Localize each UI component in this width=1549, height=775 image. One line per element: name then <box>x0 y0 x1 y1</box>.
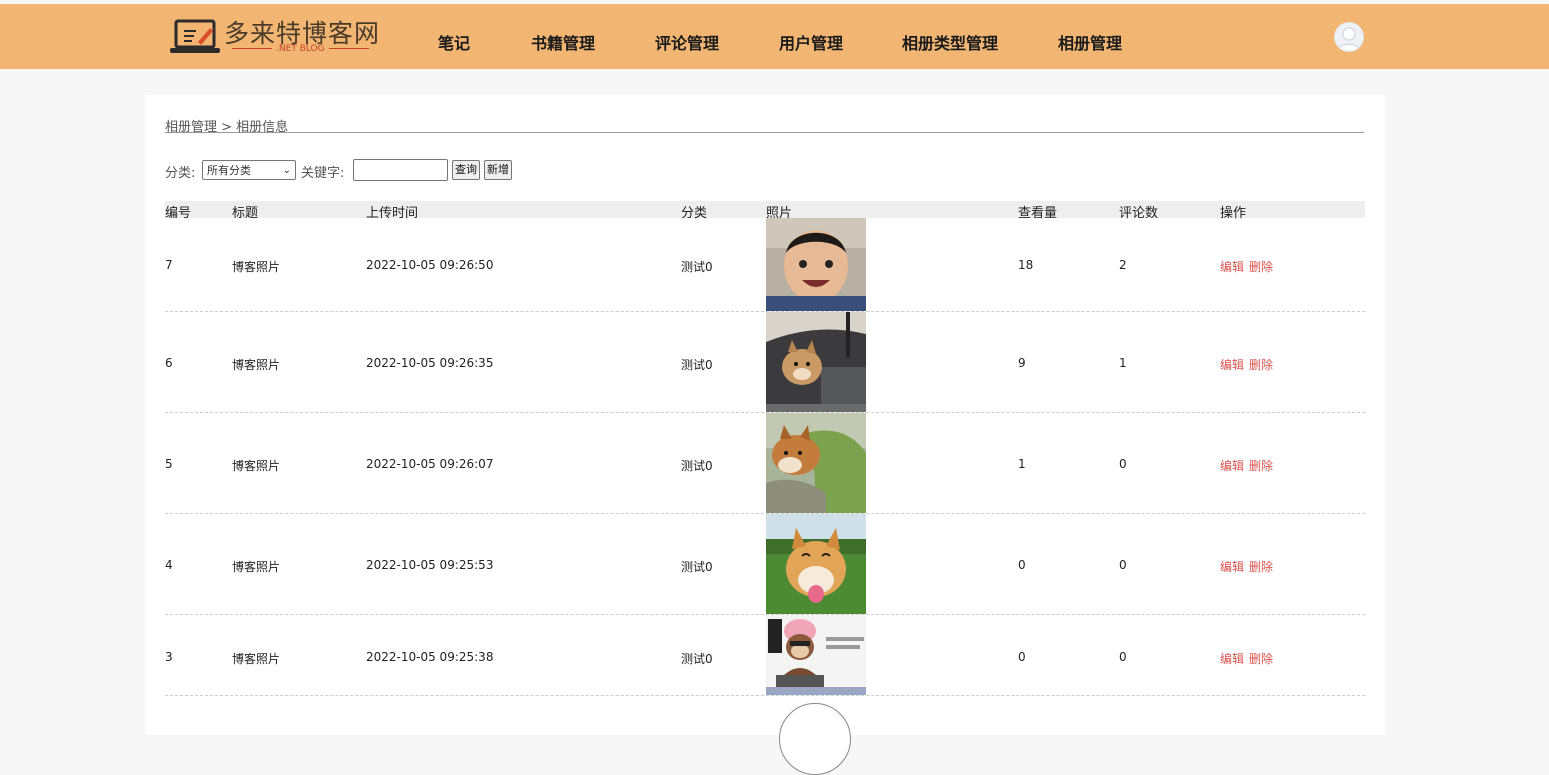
row-views: 0 <box>1018 558 1026 572</box>
dog-grass-photo <box>766 514 866 614</box>
keyword-input[interactable] <box>353 159 448 181</box>
row-actions: 编辑 删除 <box>1220 650 1278 667</box>
edit-link[interactable]: 编辑 <box>1220 358 1244 372</box>
edit-link[interactable]: 编辑 <box>1220 652 1244 666</box>
row-views: 9 <box>1018 356 1026 370</box>
row-category: 测试0 <box>681 260 713 274</box>
row-comments: 0 <box>1119 650 1127 664</box>
dog-sofa-photo <box>766 413 866 513</box>
row-actions: 编辑 删除 <box>1220 457 1278 474</box>
row-comments: 0 <box>1119 558 1127 572</box>
nav-notes[interactable]: 笔记 <box>438 30 470 54</box>
next-page-circle-icon[interactable] <box>779 703 851 775</box>
row-title: 博客照片 <box>232 260 281 274</box>
logo-subtitle: .NET BLOG <box>228 44 368 54</box>
edit-link[interactable]: 编辑 <box>1220 260 1244 274</box>
row-title: 博客照片 <box>232 358 281 372</box>
row-category: 测试0 <box>681 358 713 372</box>
row-title: 博客照片 <box>232 459 281 473</box>
row-id: 4 <box>165 558 173 572</box>
row-category: 测试0 <box>681 459 713 473</box>
dog-window-photo <box>766 312 866 412</box>
nav-books[interactable]: 书籍管理 <box>531 30 595 54</box>
row-title: 博客照片 <box>232 652 281 666</box>
baby-photo <box>766 218 866 311</box>
row-upload-time: 2022-10-05 09:25:38 <box>366 650 494 664</box>
table-row: 7 博客照片 2022-10-05 09:26:50 测试0 18 2 编辑 删除 <box>165 218 1365 312</box>
row-category: 测试0 <box>681 560 713 574</box>
search-button[interactable]: 查询 <box>452 160 480 180</box>
edit-link[interactable]: 编辑 <box>1220 560 1244 574</box>
nav-comments[interactable]: 评论管理 <box>655 30 719 54</box>
chevron-down-icon: ⌄ <box>282 165 291 176</box>
top-navbar: 多来特博客网 .NET BLOG 笔记 书籍管理 评论管理 用户管理 相册类型管… <box>0 4 1549 69</box>
row-actions: 编辑 删除 <box>1220 356 1278 373</box>
category-label: 分类: <box>165 166 196 181</box>
photo-thumbnail-monkey-programmer[interactable] <box>766 615 866 695</box>
row-comments: 1 <box>1119 356 1127 370</box>
row-upload-time: 2022-10-05 09:25:53 <box>366 558 494 572</box>
row-id: 3 <box>165 650 173 664</box>
breadcrumb: 相册管理 > 相册信息 <box>165 116 1364 135</box>
photo-thumbnail-dog-sofa[interactable] <box>766 413 866 513</box>
table-row: 3 博客照片 2022-10-05 09:25:38 测试0 0 0 编辑 删除 <box>165 615 1365 696</box>
photo-thumbnail-baby[interactable] <box>766 218 866 311</box>
nav-albums[interactable]: 相册管理 <box>1058 30 1122 54</box>
laptop-pen-icon <box>170 19 220 53</box>
category-select[interactable]: 所有分类 ⌄ <box>202 160 296 180</box>
row-upload-time: 2022-10-05 09:26:07 <box>366 457 494 471</box>
row-id: 5 <box>165 457 173 471</box>
row-upload-time: 2022-10-05 09:26:35 <box>366 356 494 370</box>
edit-link[interactable]: 编辑 <box>1220 459 1244 473</box>
delete-link[interactable]: 删除 <box>1249 560 1273 574</box>
monkey-programmer-photo <box>766 615 866 695</box>
delete-link[interactable]: 删除 <box>1249 260 1273 274</box>
delete-link[interactable]: 删除 <box>1249 358 1273 372</box>
table-header: 编号 标题 上传时间 分类 照片 查看量 评论数 操作 <box>165 201 1365 221</box>
nav-users[interactable]: 用户管理 <box>779 30 843 54</box>
delete-link[interactable]: 删除 <box>1249 652 1273 666</box>
add-button[interactable]: 新增 <box>484 160 512 180</box>
table-row: 6 博客照片 2022-10-05 09:26:35 测试0 9 1 编辑 删除 <box>165 312 1365 413</box>
row-views: 1 <box>1018 457 1026 471</box>
table-row: 5 博客照片 2022-10-05 09:26:07 测试0 1 0 编辑 删除 <box>165 413 1365 514</box>
site-logo[interactable]: 多来特博客网 .NET BLOG <box>170 14 380 58</box>
row-comments: 0 <box>1119 457 1127 471</box>
row-title: 博客照片 <box>232 560 281 574</box>
row-comments: 2 <box>1119 258 1127 272</box>
row-upload-time: 2022-10-05 09:26:50 <box>366 258 494 272</box>
row-id: 6 <box>165 356 173 370</box>
row-category: 测试0 <box>681 652 713 666</box>
category-select-value: 所有分类 <box>207 164 251 177</box>
row-views: 0 <box>1018 650 1026 664</box>
row-id: 7 <box>165 258 173 272</box>
row-actions: 编辑 删除 <box>1220 258 1278 275</box>
table-row: 4 博客照片 2022-10-05 09:25:53 测试0 0 0 编辑 删除 <box>165 514 1365 615</box>
keyword-label: 关键字: <box>301 166 345 181</box>
photo-thumbnail-dog-grass[interactable] <box>766 514 866 614</box>
content-panel: 相册管理 > 相册信息 分类: 所有分类 ⌄ 关键字: 查询 新增 编号 标题 … <box>145 95 1385 775</box>
photo-thumbnail-dog-window[interactable] <box>766 312 866 412</box>
nav-album-types[interactable]: 相册类型管理 <box>902 30 998 54</box>
row-views: 18 <box>1018 258 1034 272</box>
user-avatar[interactable] <box>1334 22 1364 52</box>
row-actions: 编辑 删除 <box>1220 558 1278 575</box>
delete-link[interactable]: 删除 <box>1249 459 1273 473</box>
user-icon <box>1337 27 1361 51</box>
